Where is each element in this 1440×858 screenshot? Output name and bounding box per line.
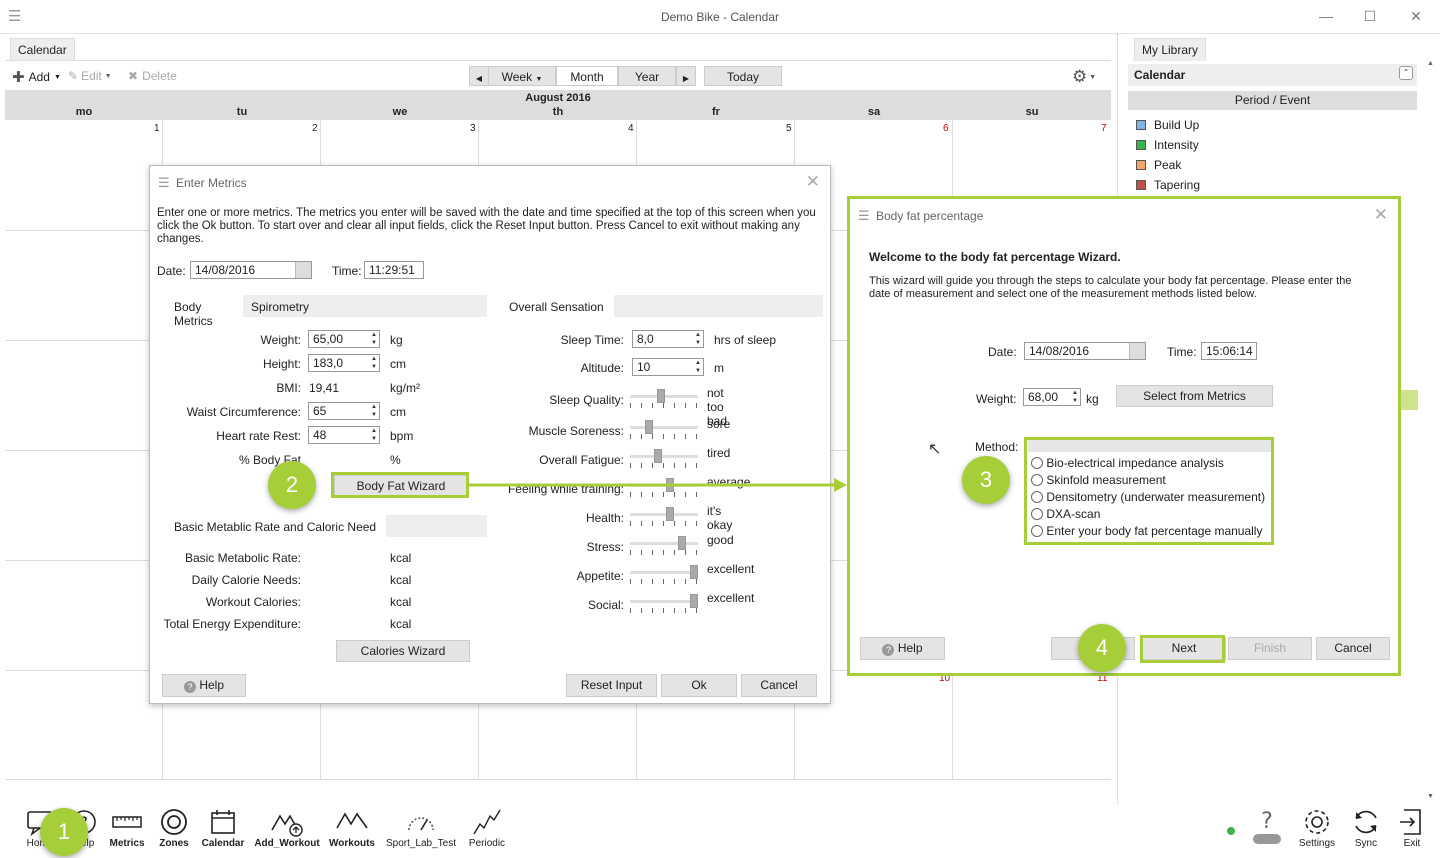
calendar-nav-label: Calendar [201,838,245,849]
exit-button[interactable]: Exit [1394,806,1430,849]
step-4-badge: 4 [1078,624,1126,672]
periodic-label: Periodic [468,838,506,849]
exit-label: Exit [1403,838,1421,849]
mountains-icon [336,812,368,829]
target-icon [161,809,187,835]
calendar-nav-button[interactable]: Calendar [199,806,247,849]
calendar-icon [211,810,235,834]
svg-text:?: ? [1261,809,1273,834]
zones-label: Zones [159,838,189,849]
workouts-label: Workouts [329,838,375,849]
settings-button[interactable]: Settings [1296,806,1338,849]
sync-label: Sync [1354,838,1378,849]
add-workout-button[interactable]: Add_Workout [252,806,322,849]
mountain-plus-icon [271,814,303,837]
help-user-button[interactable]: ? [1247,806,1287,846]
exit-icon [1400,809,1421,835]
trend-line-icon [473,809,501,835]
sync-icon [1355,810,1377,834]
step-2-badge: 2 [268,461,316,509]
settings-gear-icon [1305,810,1329,834]
status-dot [1227,827,1235,835]
settings-label: Settings [1298,838,1336,849]
zones-button[interactable]: Zones [154,806,194,849]
help-user-icon: ? [1253,809,1281,844]
sport-lab-test-button[interactable]: Sport_Lab_Test [383,806,459,849]
connector-arrow [469,478,847,492]
step-3-badge: 3 [962,456,1010,504]
sync-button[interactable]: Sync [1346,806,1386,849]
gauge-icon [408,817,434,831]
metrics-label: Metrics [109,838,145,849]
step-1-badge: 1 [40,808,88,856]
ruler-icon [112,816,142,828]
sport-lab-test-label: Sport_Lab_Test [385,838,457,849]
periodic-button[interactable]: Periodic [462,806,512,849]
workouts-button[interactable]: Workouts [326,806,378,849]
metrics-button[interactable]: Metrics [104,806,150,849]
add-workout-label: Add_Workout [254,838,320,849]
